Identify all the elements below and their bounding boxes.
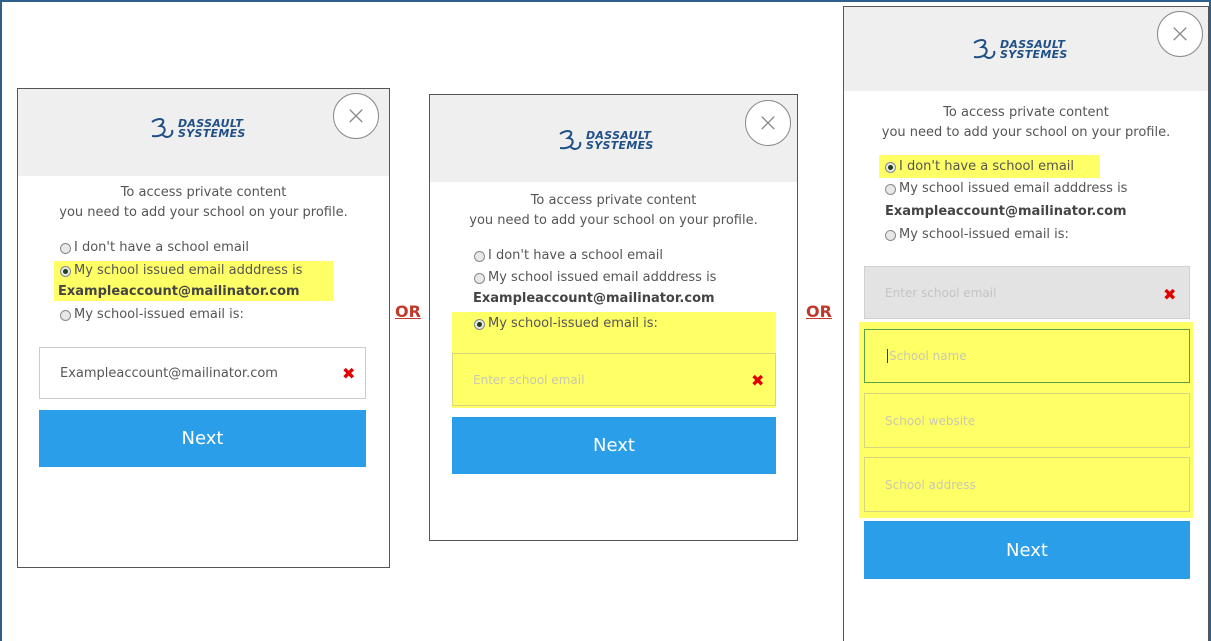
dassault-logo: DASSAULT SYSTEMES [146, 114, 246, 144]
brand-line2: SYSTEMES [178, 127, 246, 140]
clear-x-icon[interactable]: ✖ [751, 371, 764, 390]
option-label: I don't have a school email [74, 240, 250, 255]
intro-text: To access private content you need to ad… [430, 191, 797, 231]
option-no-email[interactable]: I don't have a school email [60, 239, 249, 257]
email-value: Exampleaccount@mailinator.com [60, 365, 278, 381]
option-label: My school-issued email is: [74, 307, 244, 322]
dassault-logo-icon [151, 118, 174, 138]
close-icon: × [1169, 19, 1191, 49]
brand-line2: SYSTEMES [586, 139, 654, 152]
radio-icon[interactable] [60, 265, 71, 277]
radio-icon[interactable] [885, 161, 896, 173]
modal-header: DASSAULT SYSTEMES × [430, 95, 797, 182]
option-label: My school issued email adddress is [74, 263, 303, 278]
email-placeholder: Enter school email [885, 285, 997, 300]
issued-email-value: Exampleaccount@mailinator.com [885, 204, 1127, 219]
radio-icon[interactable] [885, 183, 896, 195]
next-button[interactable]: Next [452, 417, 776, 474]
email-placeholder: Enter school email [473, 372, 585, 387]
close-button[interactable]: × [1157, 11, 1203, 57]
option-issued-email[interactable]: My school issued email adddress is [60, 262, 302, 280]
intro-line2: you need to add your school on your prof… [59, 205, 348, 220]
option-manual-email[interactable]: My school-issued email is: [885, 226, 1069, 244]
school-address-field[interactable]: School address [864, 457, 1190, 512]
modal-panel-3: DASSAULT SYSTEMES × To access private con… [843, 6, 1209, 641]
dassault-logo: DASSAULT SYSTEMES [554, 126, 654, 156]
intro-line1: To access private content [943, 105, 1109, 120]
option-no-email[interactable]: I don't have a school email [474, 247, 663, 265]
dassault-logo: DASSAULT SYSTEMES [968, 35, 1068, 65]
next-button[interactable]: Next [39, 410, 366, 467]
issued-email-value: Exampleaccount@mailinator.com [473, 291, 715, 306]
radio-icon[interactable] [474, 250, 485, 262]
option-label: I don't have a school email [488, 248, 664, 263]
clear-x-icon[interactable]: ✖ [342, 364, 355, 383]
option-issued-email[interactable]: My school issued email adddress is [885, 180, 1127, 198]
close-button[interactable]: × [745, 100, 791, 146]
close-icon: × [345, 101, 367, 131]
radio-icon[interactable] [474, 272, 485, 284]
email-field[interactable]: Enter school email [452, 353, 776, 406]
modal-header: DASSAULT SYSTEMES × [844, 7, 1208, 91]
option-label: My school issued email adddress is [899, 181, 1128, 196]
option-issued-email[interactable]: My school issued email adddress is [474, 269, 716, 287]
radio-icon[interactable] [60, 242, 71, 254]
school-website-field[interactable]: School website [864, 393, 1190, 448]
issued-email-value: Exampleaccount@mailinator.com [58, 284, 300, 299]
school-address-placeholder: School address [885, 477, 976, 492]
intro-text: To access private content you need to ad… [844, 103, 1208, 143]
email-field[interactable]: Exampleaccount@mailinator.com [39, 347, 366, 399]
option-manual-email[interactable]: My school-issued email is: [474, 315, 658, 333]
clear-x-icon[interactable]: ✖ [1163, 285, 1176, 304]
modal-header: DASSAULT SYSTEMES × [18, 89, 389, 176]
intro-line2: you need to add your school on your prof… [881, 125, 1171, 140]
option-label: My school-issued email is: [488, 316, 658, 331]
intro-line1: To access private content [120, 185, 287, 200]
school-website-placeholder: School website [885, 413, 976, 428]
option-label: My school issued email adddress is [488, 270, 717, 285]
close-button[interactable]: × [333, 93, 379, 139]
option-label: My school-issued email is: [899, 227, 1069, 242]
dassault-logo-icon [973, 39, 996, 59]
next-button[interactable]: Next [864, 521, 1190, 579]
dassault-logo-icon [559, 130, 582, 150]
option-manual-email[interactable]: My school-issued email is: [60, 306, 244, 324]
close-icon: × [757, 108, 779, 138]
radio-icon[interactable] [60, 309, 71, 321]
option-no-email[interactable]: I don't have a school email [885, 158, 1074, 176]
modal-panel-1: DASSAULT SYSTEMES × To access private con… [17, 88, 390, 568]
school-name-placeholder: School name [889, 349, 967, 363]
or-separator-1: OR [395, 302, 421, 321]
modal-panel-2: DASSAULT SYSTEMES × To access private con… [429, 94, 798, 541]
text-caret [887, 349, 888, 363]
radio-icon[interactable] [474, 318, 485, 330]
school-name-field[interactable]: School name [864, 329, 1190, 383]
radio-icon[interactable] [885, 229, 896, 241]
or-separator-2: OR [806, 302, 832, 321]
intro-line2: you need to add your school on your prof… [469, 213, 758, 228]
brand-line2: SYSTEMES [1000, 48, 1068, 61]
intro-line1: To access private content [530, 193, 697, 208]
email-field[interactable]: Enter school email [864, 266, 1190, 319]
intro-text: To access private content you need to ad… [18, 183, 389, 223]
option-label: I don't have a school email [899, 159, 1075, 174]
